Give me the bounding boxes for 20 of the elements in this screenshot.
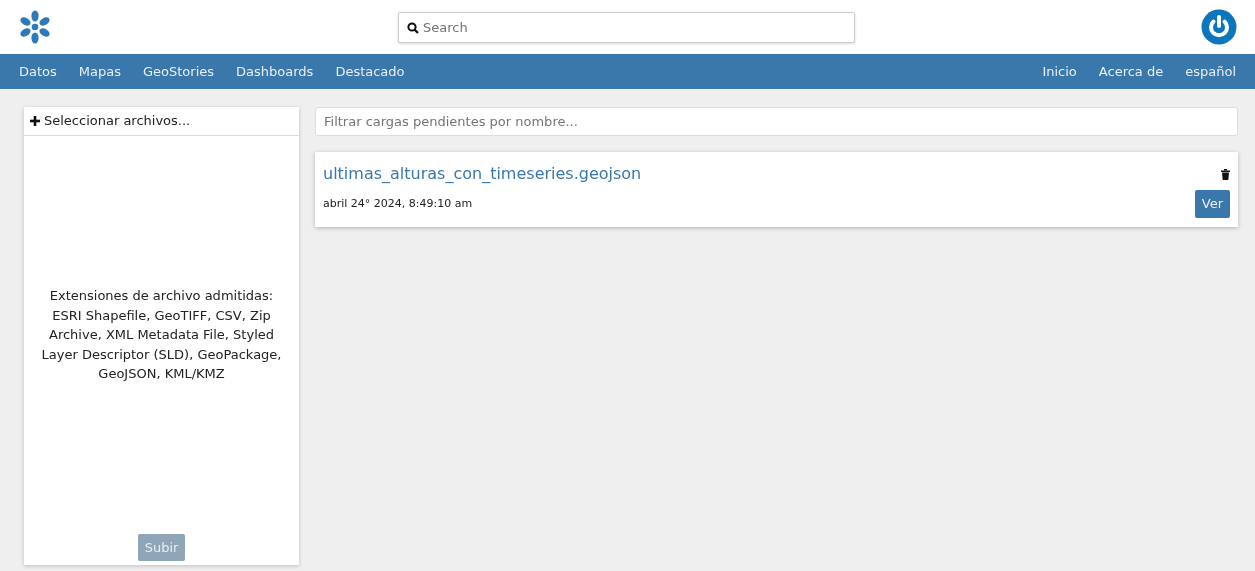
view-button[interactable]: Ver	[1194, 190, 1230, 218]
nav-link[interactable]: GeoStories	[132, 61, 226, 82]
upload-date: abril 24° 2024, 8:49:10 am	[323, 195, 473, 212]
nav-link[interactable]: español	[1174, 61, 1247, 82]
plus-icon	[30, 116, 40, 126]
upload-name-link[interactable]: ultimas_alturas_con_timeseries.geojson	[323, 162, 642, 186]
search-icon	[407, 21, 419, 34]
nav-link[interactable]: Inicio	[1031, 61, 1088, 82]
trash-icon[interactable]	[1221, 168, 1230, 180]
nav-link[interactable]: Mapas	[67, 61, 132, 82]
nav-link[interactable]: Dashboards	[225, 61, 325, 82]
logo-icon[interactable]	[18, 10, 52, 44]
nav-link[interactable]: Datos	[8, 61, 68, 82]
nav-link[interactable]: Destacado	[324, 61, 416, 82]
nav-link[interactable]: Acerca de	[1087, 61, 1175, 82]
filter-field[interactable]: Filtrar cargas pendientes por nombre...	[315, 107, 1238, 136]
supported-extensions-text: Extensiones de archivo admitidas: ESRI Shapefile, GeoTIFF, CSV, Zip Archive, XML Metadata File, Styled Layer Descriptor (SLD), GeoPackage, GeoJSON, KML/KMZ	[40, 287, 283, 383]
power-icon[interactable]	[1201, 9, 1237, 45]
search-field[interactable]: Search	[398, 11, 855, 43]
select-files-button[interactable]: Seleccionar archivos...	[30, 111, 191, 131]
